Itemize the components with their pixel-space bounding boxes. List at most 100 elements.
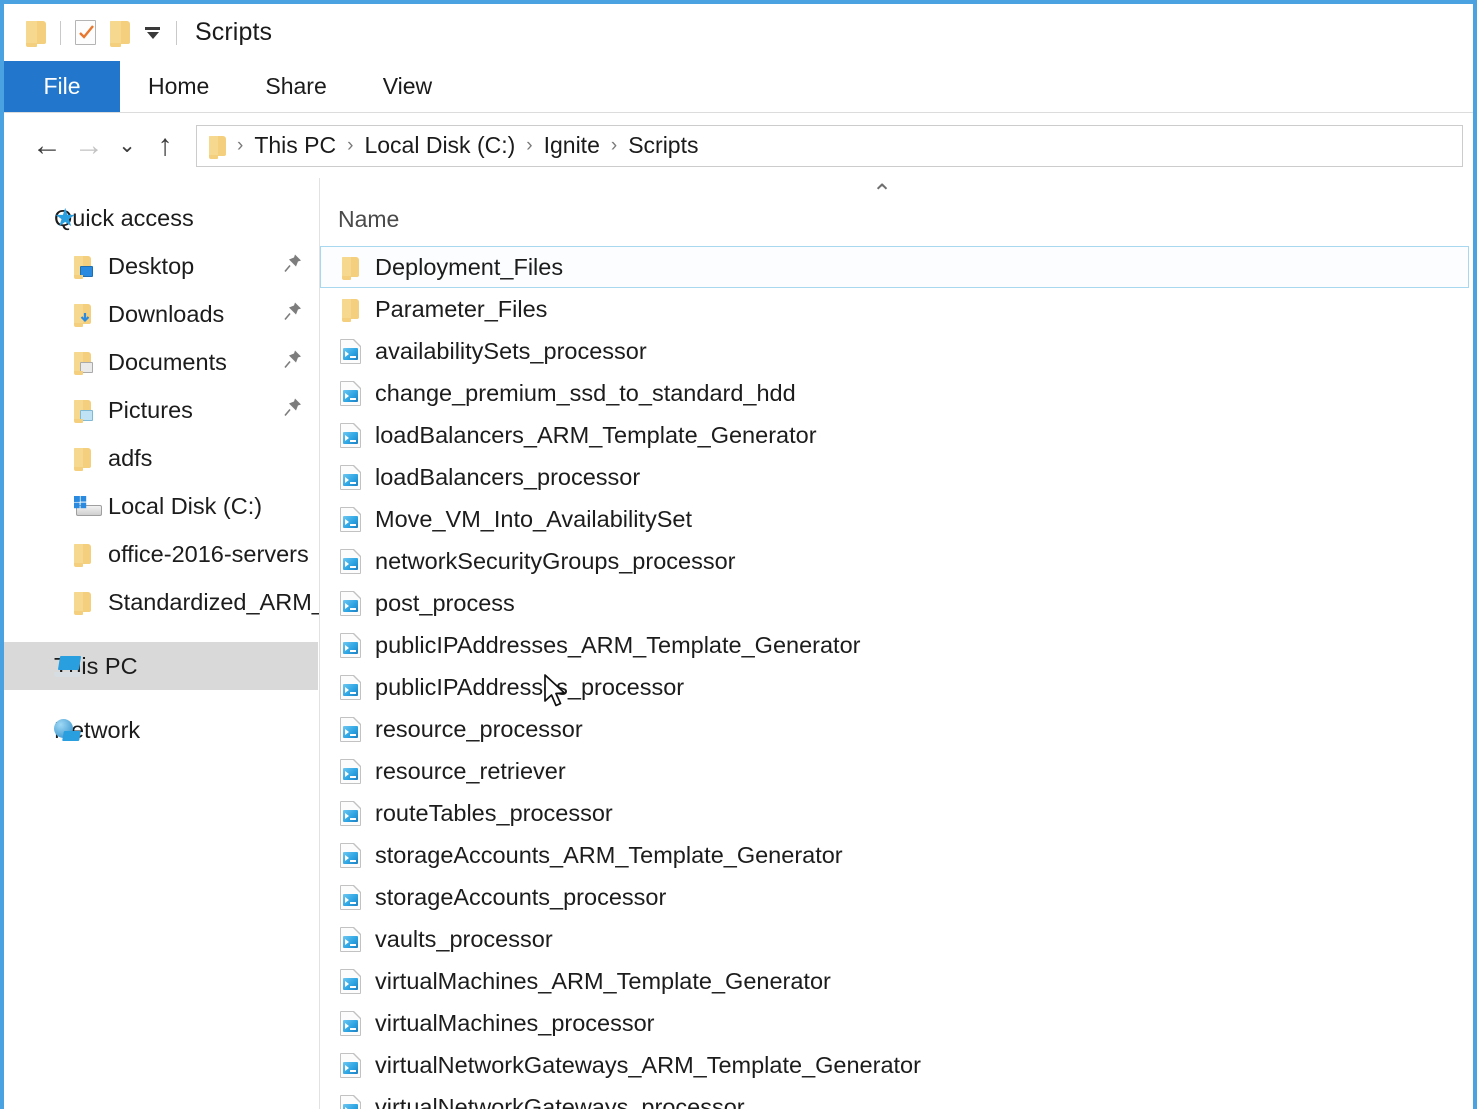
powershell-script-icon xyxy=(337,1053,363,1078)
folder-icon[interactable] xyxy=(26,21,46,44)
sidebar-item-network[interactable]: Network xyxy=(4,706,319,754)
folder-icon xyxy=(74,445,100,471)
powershell-script-icon xyxy=(337,549,363,574)
breadcrumb-separator: › xyxy=(336,135,364,157)
breadcrumb-this-pc[interactable]: This PC xyxy=(254,132,336,159)
tab-share[interactable]: Share xyxy=(237,61,354,112)
tab-home[interactable]: Home xyxy=(120,61,237,112)
up-button[interactable]: ↑ xyxy=(144,125,186,167)
file-row[interactable]: Parameter_Files xyxy=(320,288,1469,330)
ribbon-tab-bar: File Home Share View xyxy=(4,61,1473,113)
sidebar-item-local-disk[interactable]: Local Disk (C:) xyxy=(4,482,319,530)
file-row[interactable]: publicIPAddresses_processor xyxy=(320,666,1469,708)
file-name: virtualNetworkGateways_ARM_Template_Gene… xyxy=(363,1052,921,1079)
sidebar-item-documents[interactable]: Documents xyxy=(4,338,319,386)
file-name: resource_retriever xyxy=(363,758,566,785)
powershell-script-icon xyxy=(337,1095,363,1109)
folder-desktop-icon xyxy=(74,253,100,279)
navigation-bar: ← → ⌄ ↑ › This PC › Local Disk (C:) › Ig… xyxy=(4,113,1473,178)
sidebar-item-label: Standardized_ARM_ xyxy=(108,589,320,616)
powershell-script-icon xyxy=(337,759,363,784)
file-name: Deployment_Files xyxy=(363,254,563,281)
navigation-pane: ★ Quick access Desktop Downloads xyxy=(4,178,320,1109)
folder-documents-icon xyxy=(74,349,100,375)
file-row[interactable]: resource_processor xyxy=(320,708,1469,750)
file-row[interactable]: virtualNetworkGateways_ARM_Template_Gene… xyxy=(320,1044,1469,1086)
powershell-script-icon xyxy=(337,381,363,406)
pin-icon[interactable] xyxy=(284,350,303,375)
file-row[interactable]: Deployment_Files xyxy=(320,246,1469,288)
file-row[interactable]: post_process xyxy=(320,582,1469,624)
file-row[interactable]: loadBalancers_processor xyxy=(320,456,1469,498)
file-name: post_process xyxy=(363,590,515,617)
file-name: virtualNetworkGateways_processor xyxy=(363,1094,745,1109)
sidebar-item-label: Documents xyxy=(108,349,227,376)
new-folder-icon[interactable] xyxy=(110,21,130,44)
breadcrumb-local-disk[interactable]: Local Disk (C:) xyxy=(364,132,515,159)
file-row[interactable]: vaults_processor xyxy=(320,918,1469,960)
file-row[interactable]: loadBalancers_ARM_Template_Generator xyxy=(320,414,1469,456)
file-row[interactable]: resource_retriever xyxy=(320,750,1469,792)
file-name: vaults_processor xyxy=(363,926,553,953)
file-name: availabilitySets_processor xyxy=(363,338,647,365)
this-pc-icon xyxy=(54,653,80,679)
sidebar-item-label: office-2016-servers xyxy=(108,541,309,568)
file-row[interactable]: change_premium_ssd_to_standard_hdd xyxy=(320,372,1469,414)
file-row[interactable]: virtualNetworkGateways_processor xyxy=(320,1086,1469,1109)
window-title: Scripts xyxy=(195,18,272,47)
file-row[interactable]: virtualMachines_ARM_Template_Generator xyxy=(320,960,1469,1002)
sidebar-item-quick-access[interactable]: ★ Quick access xyxy=(4,194,319,242)
folder-icon xyxy=(337,299,363,319)
file-row[interactable]: publicIPAddresses_ARM_Template_Generator xyxy=(320,624,1469,666)
file-row[interactable]: storageAccounts_ARM_Template_Generator xyxy=(320,834,1469,876)
breadcrumb-ignite[interactable]: Ignite xyxy=(544,132,600,159)
folder-downloads-icon xyxy=(74,301,100,327)
back-button[interactable]: ← xyxy=(26,125,68,167)
file-row[interactable]: availabilitySets_processor xyxy=(320,330,1469,372)
breadcrumb-scripts[interactable]: Scripts xyxy=(628,132,698,159)
file-row[interactable]: storageAccounts_processor xyxy=(320,876,1469,918)
sidebar-item-pictures[interactable]: Pictures xyxy=(4,386,319,434)
tab-file[interactable]: File xyxy=(4,61,120,112)
window-body: ★ Quick access Desktop Downloads xyxy=(4,178,1473,1109)
pin-icon[interactable] xyxy=(284,302,303,327)
powershell-script-icon xyxy=(337,801,363,826)
tab-view[interactable]: View xyxy=(355,61,460,112)
file-name: routeTables_processor xyxy=(363,800,613,827)
sidebar-item-desktop[interactable]: Desktop xyxy=(4,242,319,290)
file-name: resource_processor xyxy=(363,716,583,743)
address-bar[interactable]: › This PC › Local Disk (C:) › Ignite › S… xyxy=(196,125,1463,167)
breadcrumb-separator: › xyxy=(515,135,543,157)
sidebar-item-adfs[interactable]: adfs xyxy=(4,434,319,482)
column-header-name[interactable]: Name xyxy=(336,206,399,246)
customize-dropdown-icon[interactable] xyxy=(144,24,162,42)
file-row[interactable]: Move_VM_Into_AvailabilitySet xyxy=(320,498,1469,540)
properties-icon[interactable] xyxy=(75,20,96,45)
sidebar-gap xyxy=(4,626,319,642)
folder-icon xyxy=(74,541,100,567)
sidebar-item-office-2016-servers[interactable]: office-2016-servers xyxy=(4,530,319,578)
breadcrumb-separator: › xyxy=(600,135,628,157)
powershell-script-icon xyxy=(337,1011,363,1036)
file-name: publicIPAddresses_ARM_Template_Generator xyxy=(363,632,860,659)
sidebar-item-standardized-arm[interactable]: Standardized_ARM_ xyxy=(4,578,319,626)
file-row[interactable]: routeTables_processor xyxy=(320,792,1469,834)
pin-icon[interactable] xyxy=(284,254,303,279)
sort-ascending-icon[interactable]: ⌃ xyxy=(872,182,892,206)
sidebar-item-downloads[interactable]: Downloads xyxy=(4,290,319,338)
network-icon xyxy=(54,717,80,743)
file-row[interactable]: networkSecurityGroups_processor xyxy=(320,540,1469,582)
forward-button[interactable]: → xyxy=(68,125,110,167)
folder-pictures-icon xyxy=(74,397,100,423)
breadcrumb-separator: › xyxy=(226,135,254,157)
disk-icon xyxy=(74,493,100,519)
folder-icon xyxy=(74,589,100,615)
qat-divider-2 xyxy=(176,21,177,45)
title-bar: Scripts xyxy=(4,4,1473,61)
recent-locations-button[interactable]: ⌄ xyxy=(110,125,144,167)
sidebar-item-this-pc[interactable]: This PC xyxy=(4,642,318,690)
file-row[interactable]: virtualMachines_processor xyxy=(320,1002,1469,1044)
file-name: storageAccounts_processor xyxy=(363,884,666,911)
powershell-script-icon xyxy=(337,339,363,364)
pin-icon[interactable] xyxy=(284,398,303,423)
